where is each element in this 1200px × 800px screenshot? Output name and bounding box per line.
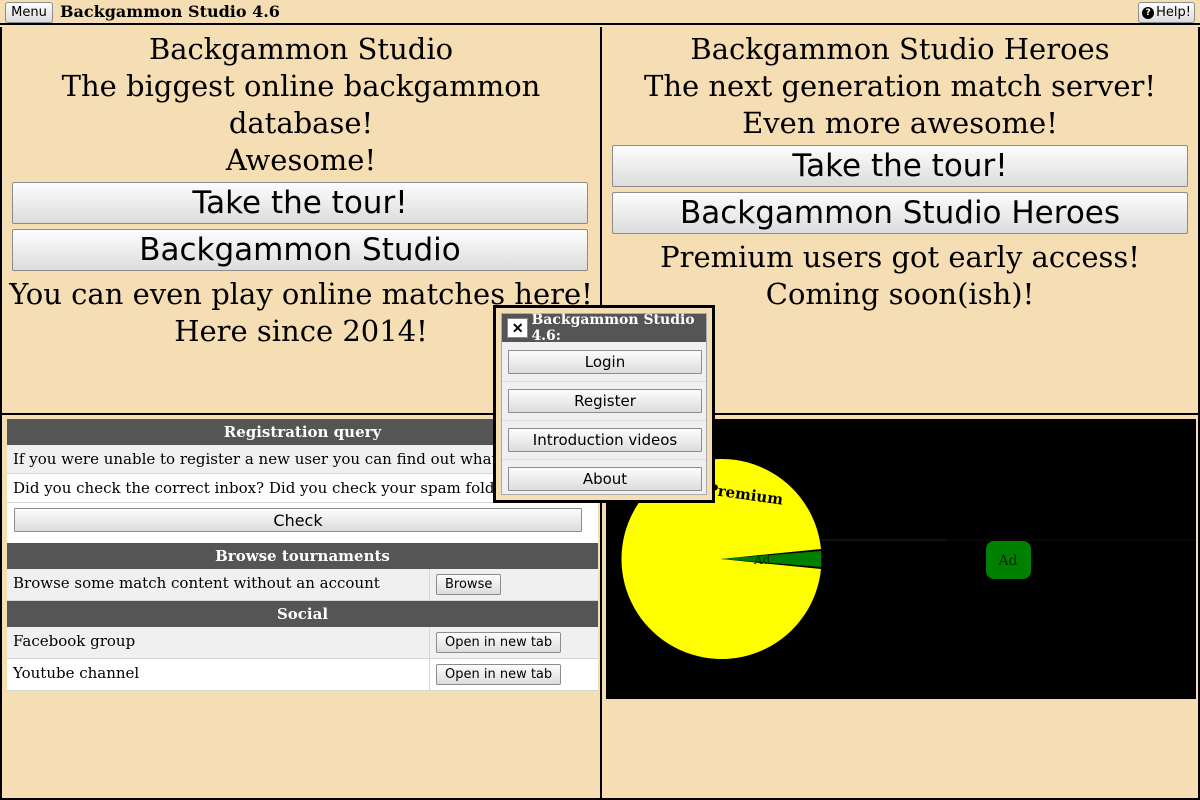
introduction-videos-button[interactable]: Introduction videos [508,428,702,452]
browse-description: Browse some match content without an acc… [7,569,430,600]
panel-title: Backgammon Studio Heroes [690,32,1110,66]
popup-header: ✕ Backgammon Studio 4.6: [502,312,706,344]
take-tour-button[interactable]: Take the tour! [12,182,588,224]
app-title: Backgammon Studio 4.6 [60,2,280,21]
open-backgammon-studio-button[interactable]: Backgammon Studio [12,229,588,271]
menu-button[interactable]: Menu [5,2,53,23]
youtube-channel-label: Youtube channel [7,659,430,690]
browse-button[interactable]: Browse [436,574,502,595]
popup-title: Backgammon Studio 4.6: [531,312,695,344]
panel-tagline: The next generation match server! [643,69,1157,103]
help-label: Help! [1156,5,1191,20]
open-heroes-button[interactable]: Backgammon Studio Heroes [612,192,1188,234]
panel-footer-line: Premium users got early access! [660,240,1140,274]
divider [502,459,706,460]
check-button[interactable]: Check [14,508,582,532]
close-icon[interactable]: ✕ [507,318,529,338]
check-row: Check [7,503,598,543]
popup-body: ✕ Backgammon Studio 4.6: Login Register … [501,312,707,495]
register-button[interactable]: Register [508,389,702,413]
panel-tagline: The biggest online backgammon database! [61,69,541,140]
panel-note: Even more awesome! [742,106,1058,140]
main-menu-popup: ✕ Backgammon Studio 4.6: Login Register … [493,305,715,503]
about-button[interactable]: About [508,467,702,491]
pie-label-ad: Ad [753,553,771,567]
divider [502,420,706,421]
table-row: Facebook group Open in new tab [7,627,598,659]
open-facebook-button[interactable]: Open in new tab [436,632,562,653]
facebook-group-label: Facebook group [7,627,430,658]
table-row: Browse some match content without an acc… [7,569,598,601]
table-row: Youtube channel Open in new tab [7,659,598,691]
social-header: Social [7,601,598,627]
open-youtube-button[interactable]: Open in new tab [436,664,562,685]
help-button[interactable]: ? Help! [1138,2,1195,23]
panel-title: Backgammon Studio [148,32,454,66]
take-tour-button[interactable]: Take the tour! [612,145,1188,187]
panel-note: Awesome! [225,143,377,177]
login-button[interactable]: Login [508,350,702,374]
top-bar: Menu Backgammon Studio 4.6 ? Help! [0,0,1200,25]
help-icon: ? [1142,6,1155,19]
divider [502,381,706,382]
ad-badge-label: Ad [997,553,1017,569]
browse-tournaments-header: Browse tournaments [7,543,598,569]
